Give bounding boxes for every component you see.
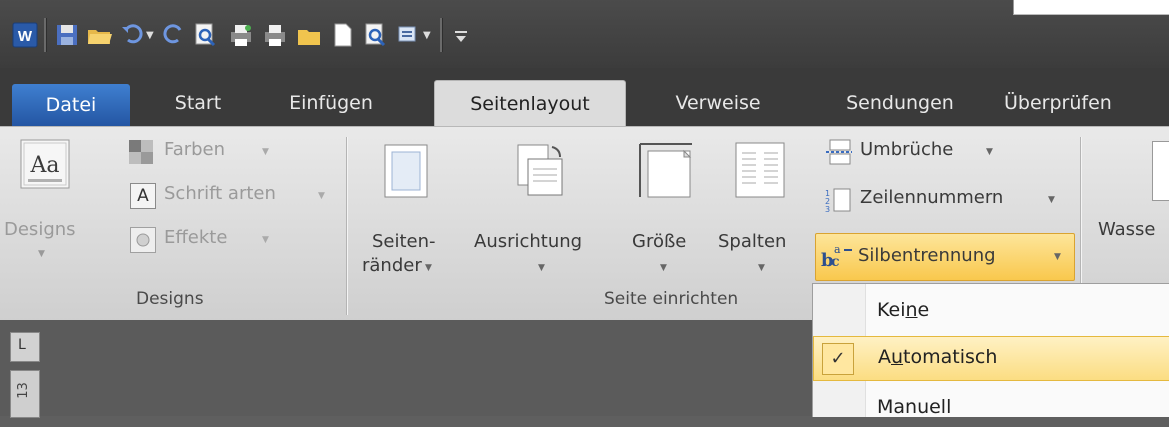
undo-dropdown-icon[interactable]: ▼ (146, 30, 154, 41)
designs-group-label: Designs (136, 289, 204, 309)
margins-icon[interactable] (382, 143, 430, 199)
undo-icon[interactable] (120, 22, 146, 48)
hyphenation-icon: bca (820, 242, 854, 271)
tab-stop-icon: L (18, 337, 26, 353)
effekte-button[interactable]: Effekte (164, 227, 227, 248)
designs-button[interactable]: Designs (4, 219, 76, 240)
tab-verweise[interactable]: Verweise (652, 80, 784, 126)
columns-icon[interactable] (734, 141, 786, 199)
vertical-ruler[interactable]: 13 (10, 370, 40, 418)
groesse-button[interactable]: Größe (632, 231, 686, 252)
fonts-icon[interactable]: A (130, 183, 156, 209)
preview-icon[interactable] (362, 22, 388, 48)
menu-item-label: Manuell (877, 396, 952, 418)
page-setup-group-label: Seite einrichten (604, 289, 739, 309)
save-icon[interactable] (54, 22, 80, 48)
print-icon[interactable] (262, 22, 288, 48)
svg-text:W: W (18, 28, 33, 45)
silbentrennung-button[interactable]: bca Silbentrennung ▼ (815, 233, 1075, 281)
schriftarten-button[interactable]: Schrift arten (164, 183, 276, 204)
redo-icon[interactable] (160, 22, 186, 48)
spalten-dropdown-icon[interactable]: ▼ (758, 263, 765, 273)
zeilennummern-dropdown-icon[interactable]: ▼ (1048, 195, 1055, 205)
print-preview-icon[interactable] (192, 22, 218, 48)
menu-item-manuell[interactable]: Manuell (813, 384, 1169, 427)
customize-icon[interactable] (396, 22, 422, 48)
umbrueche-button[interactable]: Umbrüche (860, 139, 953, 160)
checkmark-icon: ✓ (822, 343, 854, 375)
orientation-icon[interactable] (514, 141, 566, 199)
size-icon[interactable] (636, 139, 696, 199)
menu-item-label: Automatisch (878, 346, 998, 368)
umbrueche-dropdown-icon[interactable]: ▼ (986, 147, 993, 157)
silbentrennung-label: Silbentrennung (858, 245, 996, 266)
menu-item-automatisch[interactable]: ✓ Automatisch (813, 336, 1169, 381)
schriftarten-dropdown-icon[interactable]: ▼ (318, 191, 325, 201)
effects-icon[interactable] (130, 227, 156, 253)
new-document-icon[interactable] (330, 22, 356, 48)
farben-dropdown-icon[interactable]: ▼ (262, 147, 269, 157)
toolbar-separator (44, 18, 47, 52)
ribbon-tab-bar: Datei Start Einfügen Seitenlayout Verwei… (0, 68, 1169, 127)
watermark-icon[interactable] (1152, 141, 1169, 201)
menu-item-label: Keine (877, 299, 930, 321)
spalten-button[interactable]: Spalten (718, 231, 786, 252)
svg-text:3: 3 (825, 205, 830, 213)
silbentrennung-menu: Keine ✓ Automatisch Manuell (812, 283, 1169, 418)
menu-item-keine[interactable]: Keine (813, 290, 1169, 333)
overflow-icon[interactable] (448, 22, 474, 48)
svg-text:Aa: Aa (29, 153, 59, 178)
seitenraender-label-2[interactable]: ränder (362, 255, 422, 276)
seitenraender-dropdown-icon[interactable]: ▼ (425, 263, 432, 273)
tab-selector[interactable]: L (10, 332, 40, 362)
open-folder-icon[interactable] (86, 22, 112, 48)
zeilennummern-button[interactable]: Zeilennummern (860, 187, 1003, 208)
svg-text:c: c (831, 254, 840, 270)
line-numbers-icon[interactable]: 123 (824, 187, 852, 214)
group-separator (346, 137, 348, 315)
ruler-number: 13 (15, 382, 31, 399)
quick-print-icon[interactable] (228, 22, 254, 48)
breaks-icon[interactable] (824, 139, 852, 165)
tab-datei[interactable]: Datei (12, 84, 130, 126)
svg-text:a: a (834, 243, 841, 256)
designs-theme-icon[interactable]: Aa (18, 137, 74, 193)
toolbar-separator (440, 18, 443, 52)
colors-icon[interactable] (128, 139, 154, 165)
tab-einfuegen[interactable]: Einfügen (266, 80, 396, 126)
farben-button[interactable]: Farben (164, 139, 225, 160)
tab-ueberpruefen[interactable]: Überprüfen (1004, 80, 1169, 126)
folder-icon[interactable] (296, 22, 322, 48)
groesse-dropdown-icon[interactable]: ▼ (660, 263, 667, 273)
tab-start[interactable]: Start (150, 80, 246, 126)
tab-sendungen[interactable]: Sendungen (816, 80, 984, 126)
seitenraender-label-1[interactable]: Seiten- (372, 231, 436, 252)
ausrichtung-dropdown-icon[interactable]: ▼ (538, 263, 545, 273)
silbentrennung-dropdown-icon: ▼ (1054, 252, 1061, 262)
customize-dropdown-icon[interactable]: ▼ (423, 30, 431, 41)
wasserzeichen-button[interactable]: Wasse (1098, 219, 1156, 240)
word-app-icon[interactable]: W (12, 22, 38, 48)
effekte-dropdown-icon[interactable]: ▼ (262, 235, 269, 245)
tab-seitenlayout[interactable]: Seitenlayout (434, 80, 626, 127)
quick-access-toolbar: W ▼ ▼ (0, 0, 1169, 68)
ausrichtung-button[interactable]: Ausrichtung (474, 231, 582, 252)
window-corner (1013, 0, 1169, 15)
designs-dropdown-icon[interactable]: ▼ (38, 249, 45, 259)
